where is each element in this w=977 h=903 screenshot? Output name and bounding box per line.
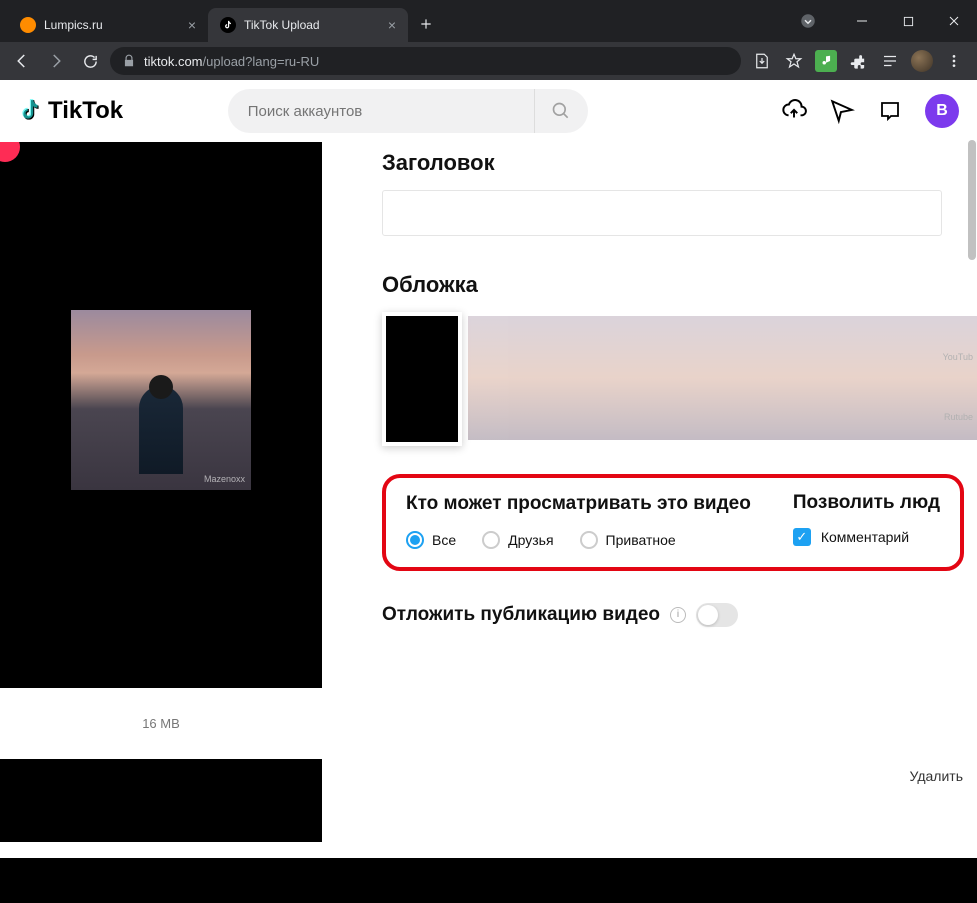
- window-controls: [785, 0, 977, 42]
- radio-all[interactable]: Все: [406, 531, 456, 549]
- info-icon[interactable]: i: [670, 607, 686, 623]
- who-can-view-options: Все Друзья Приватное: [406, 531, 763, 549]
- file-size-label: 16 MB: [0, 688, 322, 759]
- video-thumbnail: Mazenoxx: [71, 310, 251, 490]
- search-input[interactable]: [228, 103, 534, 120]
- upload-form: Заголовок Обложка YouTub Rutube Кто може…: [322, 142, 977, 842]
- tiktok-logo-icon: [18, 98, 44, 124]
- profile-avatar-icon[interactable]: [911, 50, 933, 72]
- extension-icons: [747, 50, 969, 72]
- badge-icon: [0, 142, 20, 162]
- browser-titlebar: Lumpics.ru × TikTok Upload ×: [0, 0, 977, 42]
- schedule-row: Отложить публикацию видео i: [382, 603, 977, 627]
- close-icon[interactable]: ×: [388, 17, 396, 33]
- tab-tiktok-upload[interactable]: TikTok Upload ×: [208, 8, 408, 42]
- close-window-button[interactable]: [931, 0, 977, 42]
- search-icon: [551, 101, 571, 121]
- lumpics-favicon-icon: [20, 17, 36, 33]
- tab-strip: Lumpics.ru × TikTok Upload ×: [0, 0, 785, 42]
- schedule-label: Отложить публикацию видео: [382, 604, 660, 626]
- music-extension-icon[interactable]: [815, 50, 837, 72]
- address-bar: tiktok.com/upload?lang=ru-RU: [0, 42, 977, 80]
- radio-private[interactable]: Приватное: [580, 531, 676, 549]
- upload-content: Mazenoxx 16 MB Заголовок Обложка YouTub …: [0, 142, 977, 842]
- header-actions: B: [781, 94, 959, 128]
- upload-button[interactable]: [781, 98, 807, 124]
- cover-frame-selected[interactable]: [382, 312, 462, 446]
- minimize-button[interactable]: [839, 0, 885, 42]
- scrollbar[interactable]: [968, 140, 976, 260]
- install-icon[interactable]: [751, 50, 773, 72]
- close-icon[interactable]: ×: [188, 17, 196, 33]
- tiktok-logo[interactable]: TikTok: [18, 97, 123, 125]
- title-section-heading: Заголовок: [382, 150, 977, 176]
- delete-button[interactable]: Удалить: [910, 768, 963, 784]
- page-content: TikTok B Mazenoxx 16 MB Заголово: [0, 80, 977, 900]
- schedule-toggle[interactable]: [696, 603, 738, 627]
- brand-text: TikTok: [48, 97, 123, 125]
- video-preview[interactable]: Mazenoxx: [0, 142, 322, 658]
- back-button[interactable]: [8, 47, 36, 75]
- tiktok-header: TikTok B: [0, 80, 977, 142]
- check-icon: ✓: [793, 528, 811, 546]
- url-text: tiktok.com/upload?lang=ru-RU: [144, 54, 319, 69]
- maximize-button[interactable]: [885, 0, 931, 42]
- video-preview-column: Mazenoxx 16 MB: [0, 142, 322, 842]
- search-box: [228, 89, 588, 133]
- search-button[interactable]: [534, 89, 588, 133]
- checkbox-comment[interactable]: ✓ Комментарий: [793, 528, 940, 546]
- extensions-icon[interactable]: [847, 50, 869, 72]
- page-footer: [0, 858, 977, 900]
- radio-friends[interactable]: Друзья: [482, 531, 553, 549]
- watermark-text: Mazenoxx: [204, 474, 245, 484]
- cover-section-heading: Обложка: [382, 272, 977, 298]
- chevron-down-icon[interactable]: [785, 0, 831, 42]
- reload-button[interactable]: [76, 47, 104, 75]
- cover-frames[interactable]: YouTub Rutube: [468, 316, 977, 440]
- tab-lumpics[interactable]: Lumpics.ru ×: [8, 8, 208, 42]
- new-tab-button[interactable]: [412, 10, 440, 38]
- title-input[interactable]: [382, 190, 942, 236]
- forward-button[interactable]: [42, 47, 70, 75]
- user-avatar[interactable]: B: [925, 94, 959, 128]
- tiktok-favicon-icon: [220, 17, 236, 33]
- cover-selector: YouTub Rutube: [382, 312, 977, 446]
- lock-icon: [122, 54, 136, 68]
- messages-button[interactable]: [829, 98, 855, 124]
- url-field[interactable]: tiktok.com/upload?lang=ru-RU: [110, 47, 741, 75]
- menu-icon[interactable]: [943, 50, 965, 72]
- privacy-settings-highlighted: Кто может просматривать это видео Все Др…: [382, 474, 964, 571]
- inbox-button[interactable]: [877, 98, 903, 124]
- tab-title: Lumpics.ru: [44, 18, 103, 32]
- reading-list-icon[interactable]: [879, 50, 901, 72]
- tab-title: TikTok Upload: [244, 18, 320, 32]
- star-icon[interactable]: [783, 50, 805, 72]
- allow-heading: Позволить люд: [793, 492, 940, 514]
- who-can-view-heading: Кто может просматривать это видео: [406, 492, 763, 517]
